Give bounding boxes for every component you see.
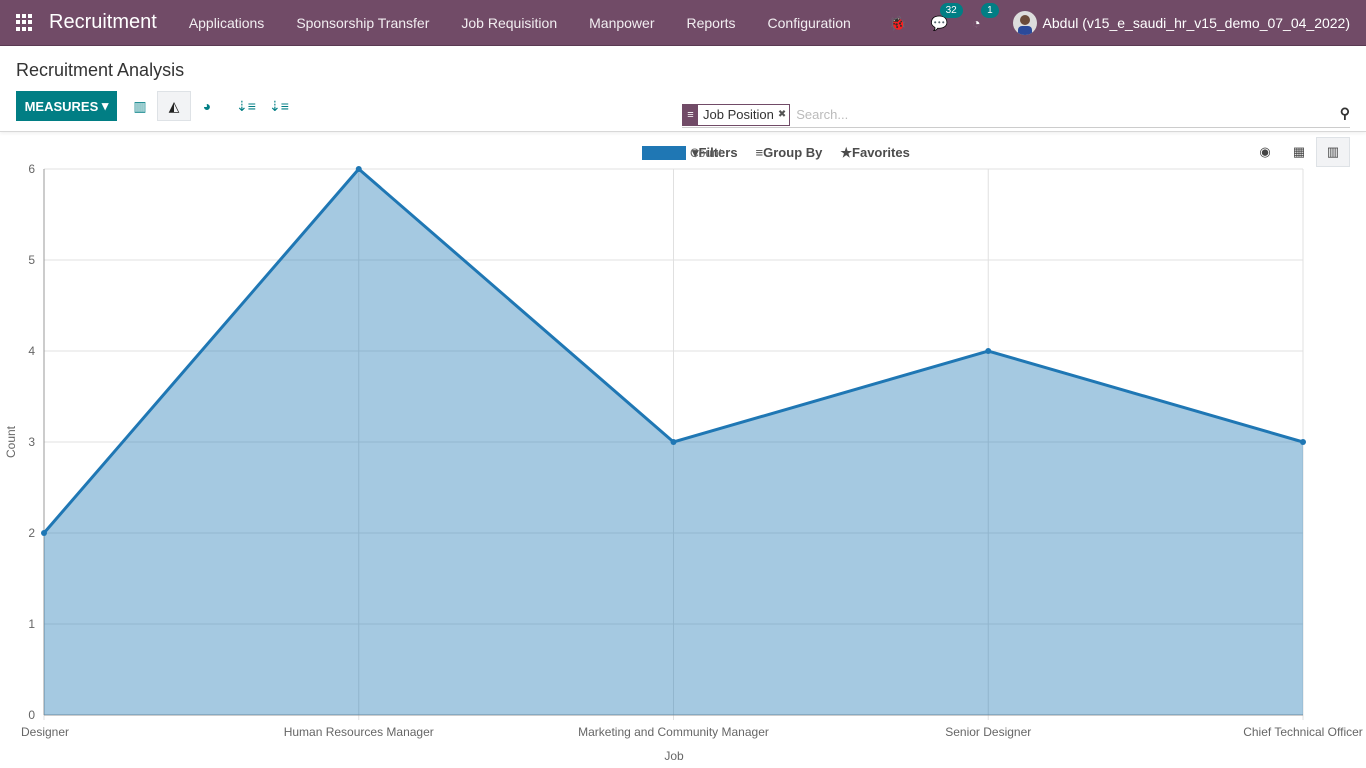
search-input[interactable]: Search... — [796, 107, 848, 122]
activities-clock-icon[interactable]: ◔ 1 — [972, 3, 999, 31]
y-tick-label: 2 — [28, 526, 35, 540]
data-point[interactable] — [41, 530, 47, 536]
page-title: Recruitment Analysis — [16, 60, 185, 80]
menu-job-requisition[interactable]: Job Requisition — [445, 15, 573, 31]
x-tick-label: Senior Designer — [945, 725, 1031, 739]
area-chart-icon: ◭ — [168, 97, 180, 114]
app-name[interactable]: Recruitment — [49, 11, 157, 34]
bar-chart-button[interactable]: ▥ — [123, 91, 157, 121]
pie-chart-button[interactable]: ◕ — [190, 91, 224, 121]
search-facet: ≡ Job Position ✖ — [682, 103, 791, 126]
measures-button[interactable]: MEASURES ▾ — [16, 91, 117, 121]
apps-menu-icon[interactable] — [16, 13, 34, 32]
activities-badge: 1 — [981, 3, 999, 18]
search-bar[interactable]: ≡ Job Position ✖ Search... ⚲ — [682, 102, 1350, 128]
y-axis-label: Count — [4, 425, 18, 458]
pie-chart-icon: ◕ — [202, 98, 212, 114]
sort-descending-icon: ⇣≡ — [236, 97, 256, 114]
area-chart: Count 0 1 2 3 4 5 6 Designer Human Resources Man… — [4, 146, 1363, 763]
sort-ascending-icon: ⇣≡ — [269, 97, 289, 114]
line-chart-button[interactable]: ◭ — [157, 91, 191, 121]
caret-down-icon: ▾ — [101, 98, 109, 113]
user-menu[interactable]: Abdul (v15_e_saudi_hr_v15_demo_07_04_202… — [1043, 15, 1350, 31]
control-panel: Recruitment Analysis MEASURES ▾ ▥ ◭ ◕ ⇣≡… — [0, 46, 1366, 167]
measures-label: MEASURES — [24, 98, 99, 114]
menu-sponsorship-transfer[interactable]: Sponsorship Transfer — [280, 15, 445, 31]
bar-chart-icon: ▥ — [133, 97, 147, 114]
x-tick-label: Designer — [21, 725, 69, 739]
data-point[interactable] — [670, 439, 677, 445]
data-point[interactable] — [985, 348, 992, 354]
x-tick-label: Chief Technical Officer — [1243, 725, 1363, 739]
x-tick-label: Marketing and Community Manager — [578, 725, 769, 739]
menu-configuration[interactable]: Configuration — [752, 15, 867, 31]
group-by-facet-icon: ≡ — [683, 104, 698, 125]
debug-bug-icon[interactable]: 🐞 — [889, 15, 906, 32]
y-tick-label: 0 — [28, 708, 35, 722]
x-axis-label: Job — [664, 749, 684, 763]
y-tick-label: 3 — [28, 435, 35, 449]
menu-manpower[interactable]: Manpower — [573, 15, 670, 31]
menu-applications[interactable]: Applications — [173, 15, 281, 31]
legend-swatch[interactable] — [642, 146, 686, 160]
messages-icon[interactable]: 💬 32 — [931, 2, 963, 32]
messages-badge: 32 — [939, 2, 963, 18]
sort-ascending-button[interactable]: ⇣≡ — [262, 91, 296, 121]
menu-reports[interactable]: Reports — [671, 15, 752, 31]
y-tick-label: 4 — [28, 344, 35, 358]
y-tick-label: 6 — [28, 162, 35, 176]
y-tick-label: 5 — [28, 253, 35, 267]
search-icon[interactable]: ⚲ — [1340, 105, 1350, 122]
avatar[interactable] — [1012, 11, 1037, 35]
top-navbar: Recruitment Applications Sponsorship Tra… — [0, 0, 1366, 46]
facet-label: Job Position — [703, 107, 774, 122]
data-point[interactable] — [355, 166, 362, 172]
legend-label: Count — [690, 146, 723, 160]
x-tick-label: Human Resources Manager — [284, 725, 434, 739]
sort-descending-button[interactable]: ⇣≡ — [229, 91, 263, 121]
remove-facet-icon[interactable]: ✖ — [778, 109, 789, 120]
y-tick-label: 1 — [28, 617, 35, 631]
data-point[interactable] — [1300, 439, 1306, 445]
